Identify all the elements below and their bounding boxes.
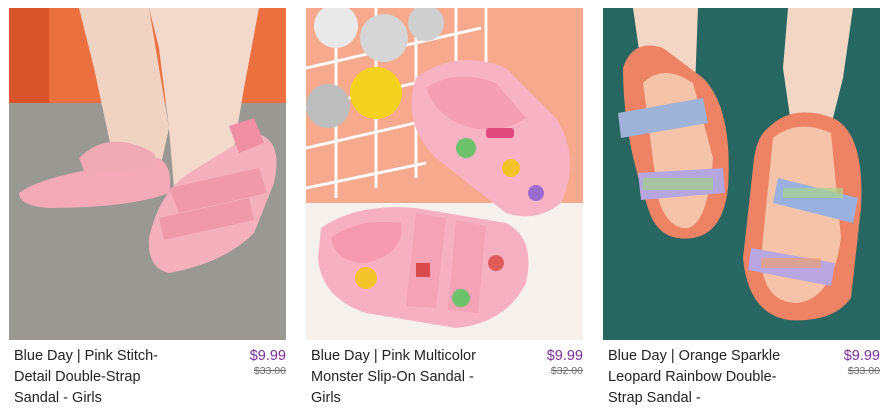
product-original-price-3: $33.00 [847,365,880,377]
product-title-3[interactable]: Blue Day | Orange Sparkle Leopard Rainbo… [608,346,783,409]
product-image-1[interactable] [9,8,286,340]
product-image-3[interactable] [603,8,880,340]
pink-sandal-photo-icon [9,8,286,340]
product-card-3[interactable]: Blue Day | Orange Sparkle Leopard Rainbo… [603,8,880,417]
product-image-2[interactable] [306,8,583,340]
product-grid: Blue Day | Pink Stitch-Detail Double-Str… [0,0,893,417]
product-card-2[interactable]: Blue Day | Pink Multicolor Monster Slip-… [306,8,583,417]
product-price-3: $9.99 [843,348,880,364]
monster-slide-photo-icon [306,8,583,340]
product-card-1[interactable]: Blue Day | Pink Stitch-Detail Double-Str… [9,8,286,417]
orange-sandal-photo-icon [603,8,880,340]
product-title-1[interactable]: Blue Day | Pink Stitch-Detail Double-Str… [14,346,189,409]
product-price-2: $9.99 [546,348,583,364]
product-title-2[interactable]: Blue Day | Pink Multicolor Monster Slip-… [311,346,486,409]
product-original-price-2: $32.00 [550,365,583,377]
product-price-1: $9.99 [249,348,286,364]
product-original-price-1: $33.00 [253,365,286,377]
